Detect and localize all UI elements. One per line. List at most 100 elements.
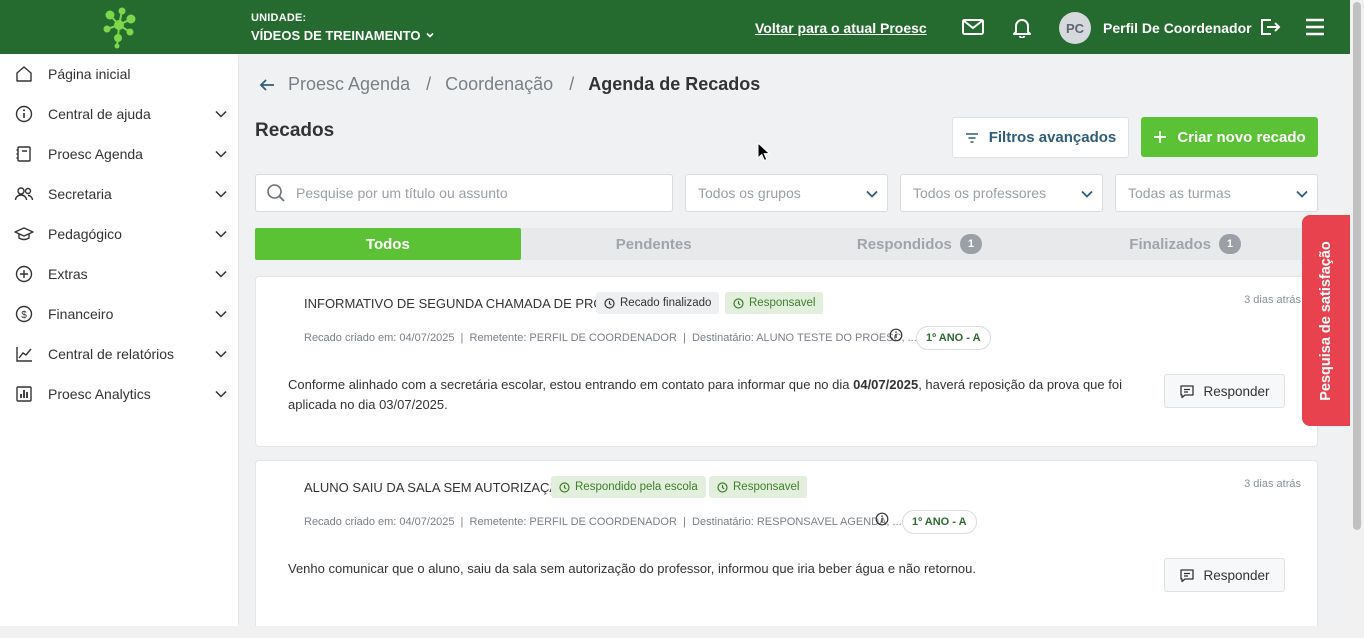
main-content: Proesc Agenda / Coordenação / Agenda de … — [239, 54, 1350, 631]
sidebar-item-label: Proesc Agenda — [48, 146, 143, 162]
agenda-icon — [14, 144, 34, 164]
sidebar-item-agenda[interactable]: Proesc Agenda — [0, 134, 238, 174]
tab-label: Finalizados — [1129, 235, 1211, 253]
avatar[interactable]: PC — [1059, 12, 1091, 44]
sidebar-item-label: Página inicial — [48, 66, 131, 82]
create-message-label: Criar novo recado — [1177, 128, 1306, 146]
message-meta: Recado criado em: 04/07/2025 | Remetente… — [304, 516, 902, 528]
sidebar-item-pedagogico[interactable]: Pedagógico — [0, 214, 238, 254]
scrollbar-thumb[interactable] — [1353, 2, 1361, 530]
chevron-down-icon — [215, 270, 227, 278]
create-message-button[interactable]: Criar novo recado — [1141, 117, 1318, 157]
message-card[interactable]: INFORMATIVO DE SEGUNDA CHAMADA DE PROVA … — [255, 276, 1318, 447]
dollar-icon: $ — [14, 304, 34, 324]
satisfaction-survey-label: Pesquisa de satisfação — [1318, 240, 1335, 401]
sidebar-item-home[interactable]: Página inicial — [0, 54, 238, 94]
sidebar-item-financeiro[interactable]: $ Financeiro — [0, 294, 238, 334]
vertical-scrollbar[interactable] — [1350, 0, 1364, 638]
sidebar-item-help[interactable]: Central de ajuda — [0, 94, 238, 134]
recipient-type-badge: Responsavel — [709, 476, 808, 498]
filter-icon — [965, 132, 978, 143]
logout-icon[interactable] — [1258, 15, 1282, 39]
count-badge: 1 — [1218, 234, 1241, 254]
sidebar-item-secretaria[interactable]: Secretaria — [0, 174, 238, 214]
chevron-down-icon — [215, 110, 227, 118]
sidebar-item-analytics[interactable]: Proesc Analytics — [0, 374, 238, 414]
plus-circle-icon — [14, 264, 34, 284]
svg-text:$: $ — [21, 310, 27, 321]
clock-icon — [604, 297, 615, 309]
message-time: 3 dias atrás — [1244, 478, 1301, 490]
tab-pendentes[interactable]: Pendentes — [521, 228, 787, 260]
profile-name[interactable]: Perfil De Coordenador — [1103, 20, 1252, 36]
recipient-type-label: Responsavel — [749, 297, 816, 309]
horizontal-scrollbar[interactable] — [0, 626, 1350, 638]
recipient-type-label: Responsavel — [733, 481, 800, 493]
logo-icon[interactable] — [0, 0, 239, 54]
chevron-down-icon — [866, 190, 878, 198]
bar-chart-icon — [14, 384, 34, 404]
sidebar-item-label: Central de ajuda — [48, 106, 151, 122]
breadcrumb-coordenacao[interactable]: Coordenação — [445, 74, 553, 95]
message-meta: Recado criado em: 04/07/2025 | Remetente… — [304, 332, 917, 344]
message-body: Conforme alinhado com a secretária escol… — [288, 375, 1148, 415]
sidebar-item-label: Central de relatórios — [48, 346, 175, 362]
reply-button[interactable]: Responder — [1164, 374, 1285, 408]
plus-icon — [1154, 131, 1167, 143]
message-icon — [1180, 384, 1195, 398]
bell-icon[interactable] — [1010, 15, 1034, 39]
message-icon — [1180, 568, 1195, 582]
sidebar-item-relatorios[interactable]: Central de relatórios — [0, 334, 238, 374]
sidebar-item-label: Proesc Analytics — [48, 386, 151, 402]
message-time: 3 dias atrás — [1244, 294, 1301, 306]
reply-label: Responder — [1203, 383, 1270, 399]
message-card[interactable]: ALUNO SAIU DA SALA SEM AUTORIZAÇÃO Respo… — [255, 460, 1318, 631]
arrow-left-icon[interactable] — [257, 75, 277, 95]
search-input[interactable] — [296, 185, 656, 201]
search-icon — [267, 184, 285, 202]
message-body: Venho comunicar que o aluno, saiu da sal… — [288, 561, 976, 576]
advanced-filters-label: Filtros avançados — [988, 129, 1117, 146]
classes-select-value: Todas as turmas — [1128, 185, 1231, 201]
home-icon — [14, 64, 34, 84]
menu-icon[interactable] — [1303, 15, 1327, 39]
info-icon — [14, 104, 34, 124]
groups-select[interactable]: Todos os grupos — [685, 174, 888, 212]
chevron-down-icon — [1296, 190, 1308, 198]
info-icon[interactable] — [875, 512, 889, 526]
status-badge-label: Respondido pela escola — [575, 481, 698, 493]
chevron-down-icon — [215, 150, 227, 158]
teachers-select[interactable]: Todos os professores — [900, 174, 1103, 212]
breadcrumb-agenda[interactable]: Proesc Agenda — [288, 74, 410, 95]
chevron-down-icon — [215, 230, 227, 238]
top-bar: UNIDADE: VÍDEOS DE TREINAMENTO Voltar pa… — [0, 0, 1350, 54]
tab-label: Todos — [365, 235, 410, 253]
mouse-cursor-icon — [757, 142, 771, 162]
count-badge: 1 — [959, 234, 982, 254]
mail-icon[interactable] — [961, 15, 985, 39]
tab-finalizados[interactable]: Finalizados 1 — [1052, 228, 1318, 260]
back-to-proesc-link[interactable]: Voltar para o atual Proesc — [755, 20, 927, 36]
unit-value: VÍDEOS DE TREINAMENTO — [251, 27, 421, 43]
breadcrumb-separator: / — [426, 74, 432, 94]
breadcrumb-current: Agenda de Recados — [588, 74, 761, 94]
info-icon[interactable] — [889, 328, 903, 342]
advanced-filters-button[interactable]: Filtros avançados — [952, 117, 1129, 158]
users-icon — [14, 184, 34, 204]
reply-button[interactable]: Responder — [1164, 558, 1285, 592]
chevron-down-icon — [1081, 190, 1093, 198]
sidebar-item-extras[interactable]: Extras — [0, 254, 238, 294]
tab-respondidos[interactable]: Respondidos 1 — [787, 228, 1053, 260]
sidebar-item-label: Extras — [48, 266, 88, 282]
reply-label: Responder — [1203, 567, 1270, 583]
class-pill: 1º ANO - A — [902, 510, 977, 534]
tab-todos[interactable]: Todos — [255, 228, 521, 260]
status-badge: Recado finalizado — [596, 292, 720, 314]
line-chart-icon — [14, 344, 34, 364]
classes-select[interactable]: Todas as turmas — [1115, 174, 1318, 212]
tab-label: Respondidos — [856, 235, 952, 253]
satisfaction-survey-tab[interactable]: Pesquisa de satisfação — [1302, 215, 1350, 426]
chevron-down-icon — [215, 310, 227, 318]
sidebar-item-label: Secretaria — [48, 186, 112, 202]
unit-selector[interactable]: UNIDADE: VÍDEOS DE TREINAMENTO — [251, 12, 435, 43]
